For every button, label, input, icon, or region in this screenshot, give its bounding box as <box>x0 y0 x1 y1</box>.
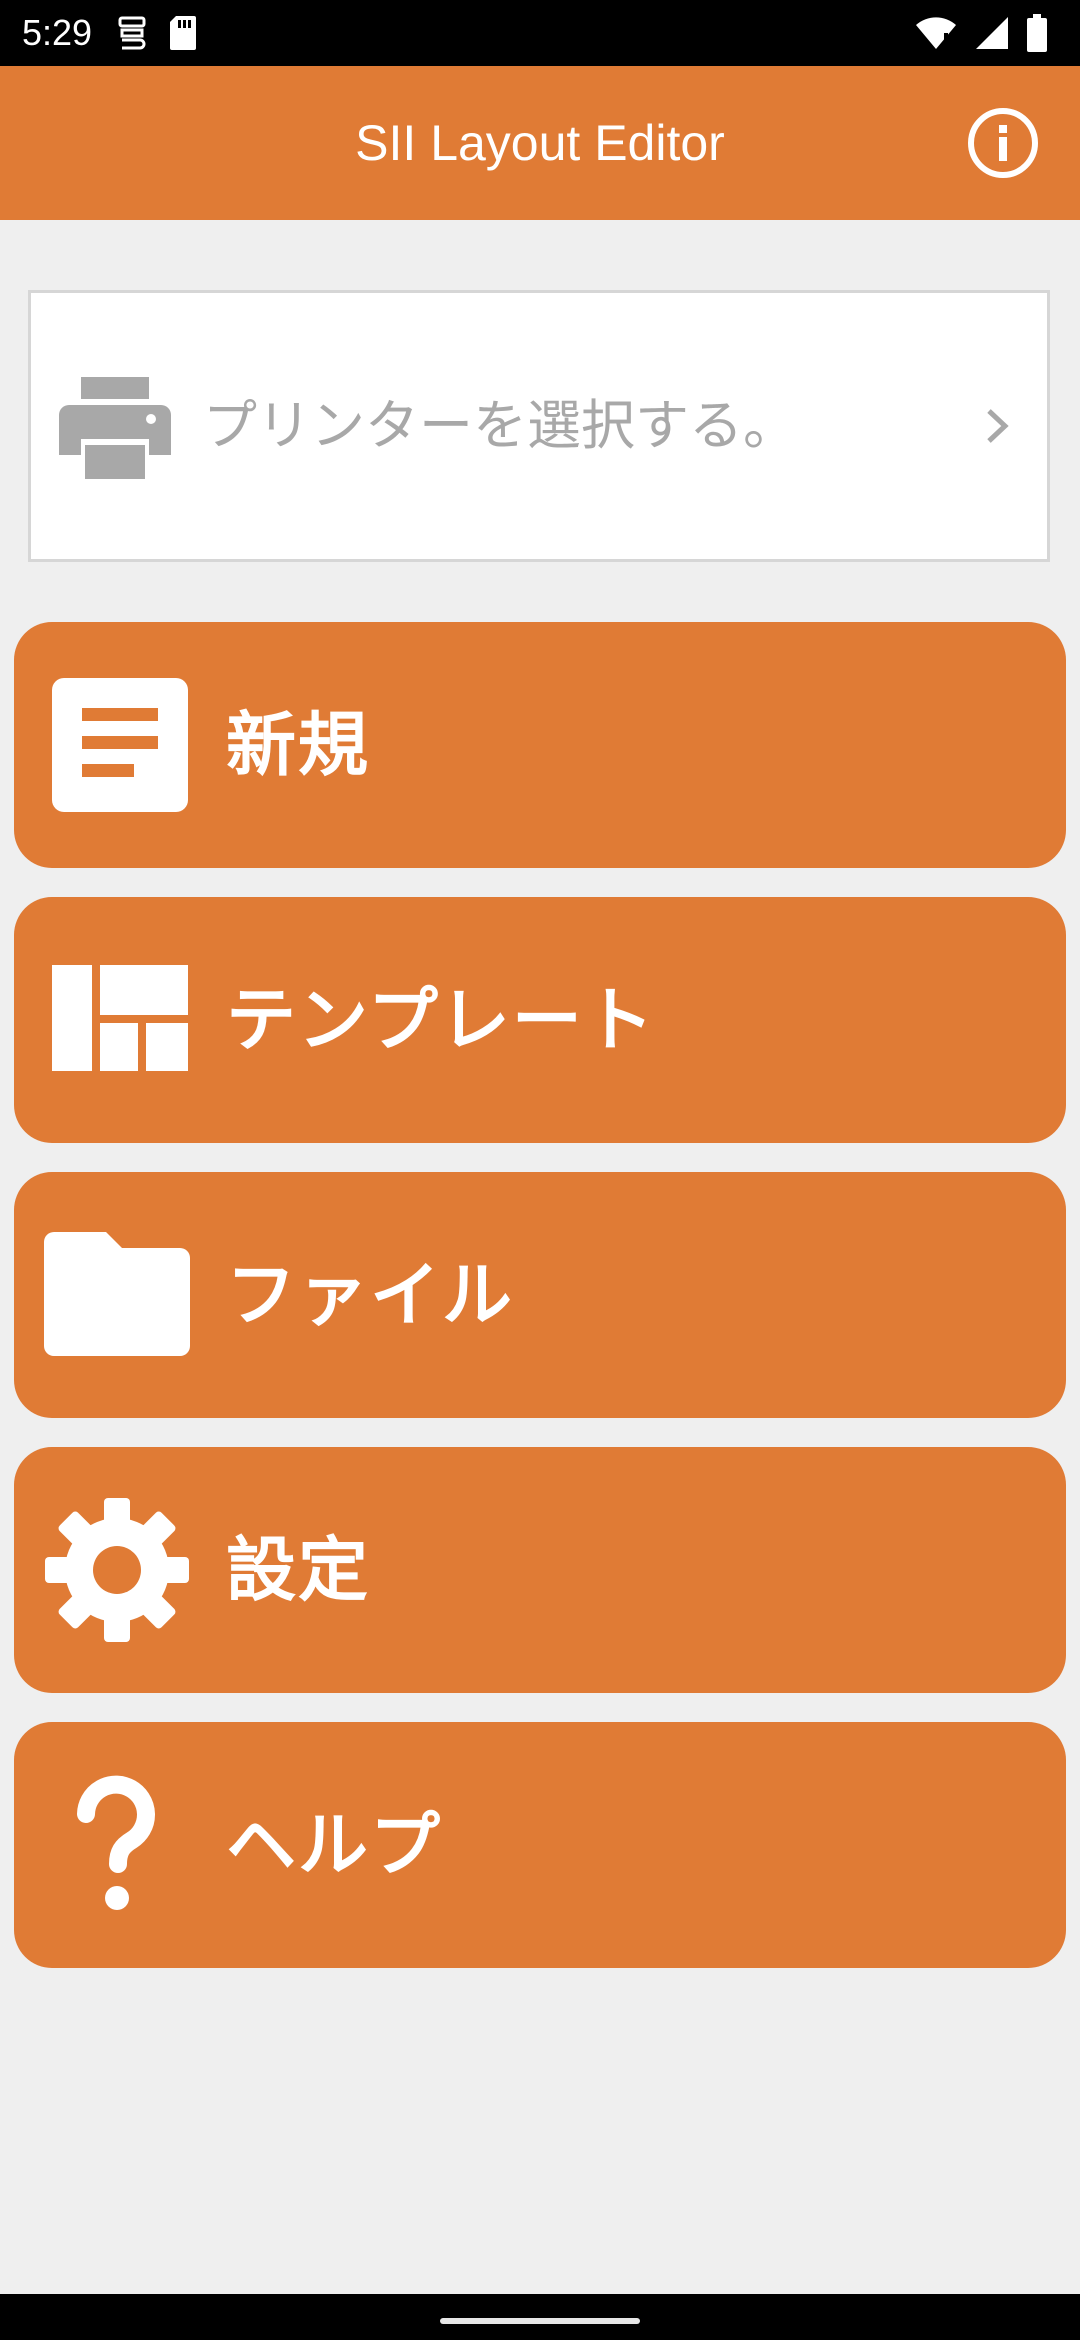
home-indicator[interactable] <box>440 2318 640 2324</box>
printer-select-card[interactable]: プリンターを選択する。 <box>28 290 1050 562</box>
battery-icon <box>1027 14 1047 52</box>
new-button[interactable]: 新規 <box>14 622 1066 868</box>
help-button[interactable]: ヘルプ <box>14 1722 1066 1968</box>
template-icon <box>52 965 188 1071</box>
app-bar: SII Layout Editor <box>0 66 1080 220</box>
help-icon <box>77 1775 155 1910</box>
template-label: テンプレート <box>226 979 656 1061</box>
cast-icon <box>118 16 146 50</box>
settings-label: 設定 <box>226 1529 370 1611</box>
gear-icon <box>45 1498 189 1642</box>
screen: 5:29 SII Layout Editor プリンターを選択する。 新規 テン… <box>0 0 1080 2340</box>
sd-card-icon <box>170 16 196 50</box>
app-title: SII Layout Editor <box>355 115 725 171</box>
new-label: 新規 <box>226 704 370 786</box>
file-label: ファイル <box>226 1254 514 1336</box>
navigation-bar <box>0 2294 1080 2340</box>
chevron-right-icon <box>987 409 1009 443</box>
status-left-icons <box>116 14 198 52</box>
signal-icon <box>976 17 1008 49</box>
file-button[interactable]: ファイル <box>14 1172 1066 1418</box>
settings-button[interactable]: 設定 <box>14 1447 1066 1693</box>
printer-icon <box>59 377 171 479</box>
folder-icon <box>44 1232 190 1356</box>
printer-select-label: プリンターを選択する。 <box>203 394 797 457</box>
help-label: ヘルプ <box>226 1804 442 1886</box>
status-bar: 5:29 <box>0 0 1080 66</box>
status-right-icons <box>914 14 1048 52</box>
info-icon <box>968 108 1038 178</box>
template-button[interactable]: テンプレート <box>14 897 1066 1143</box>
status-time: 5:29 <box>22 12 93 53</box>
info-button[interactable] <box>966 106 1040 180</box>
wifi-icon <box>916 17 956 49</box>
document-icon <box>52 678 188 812</box>
